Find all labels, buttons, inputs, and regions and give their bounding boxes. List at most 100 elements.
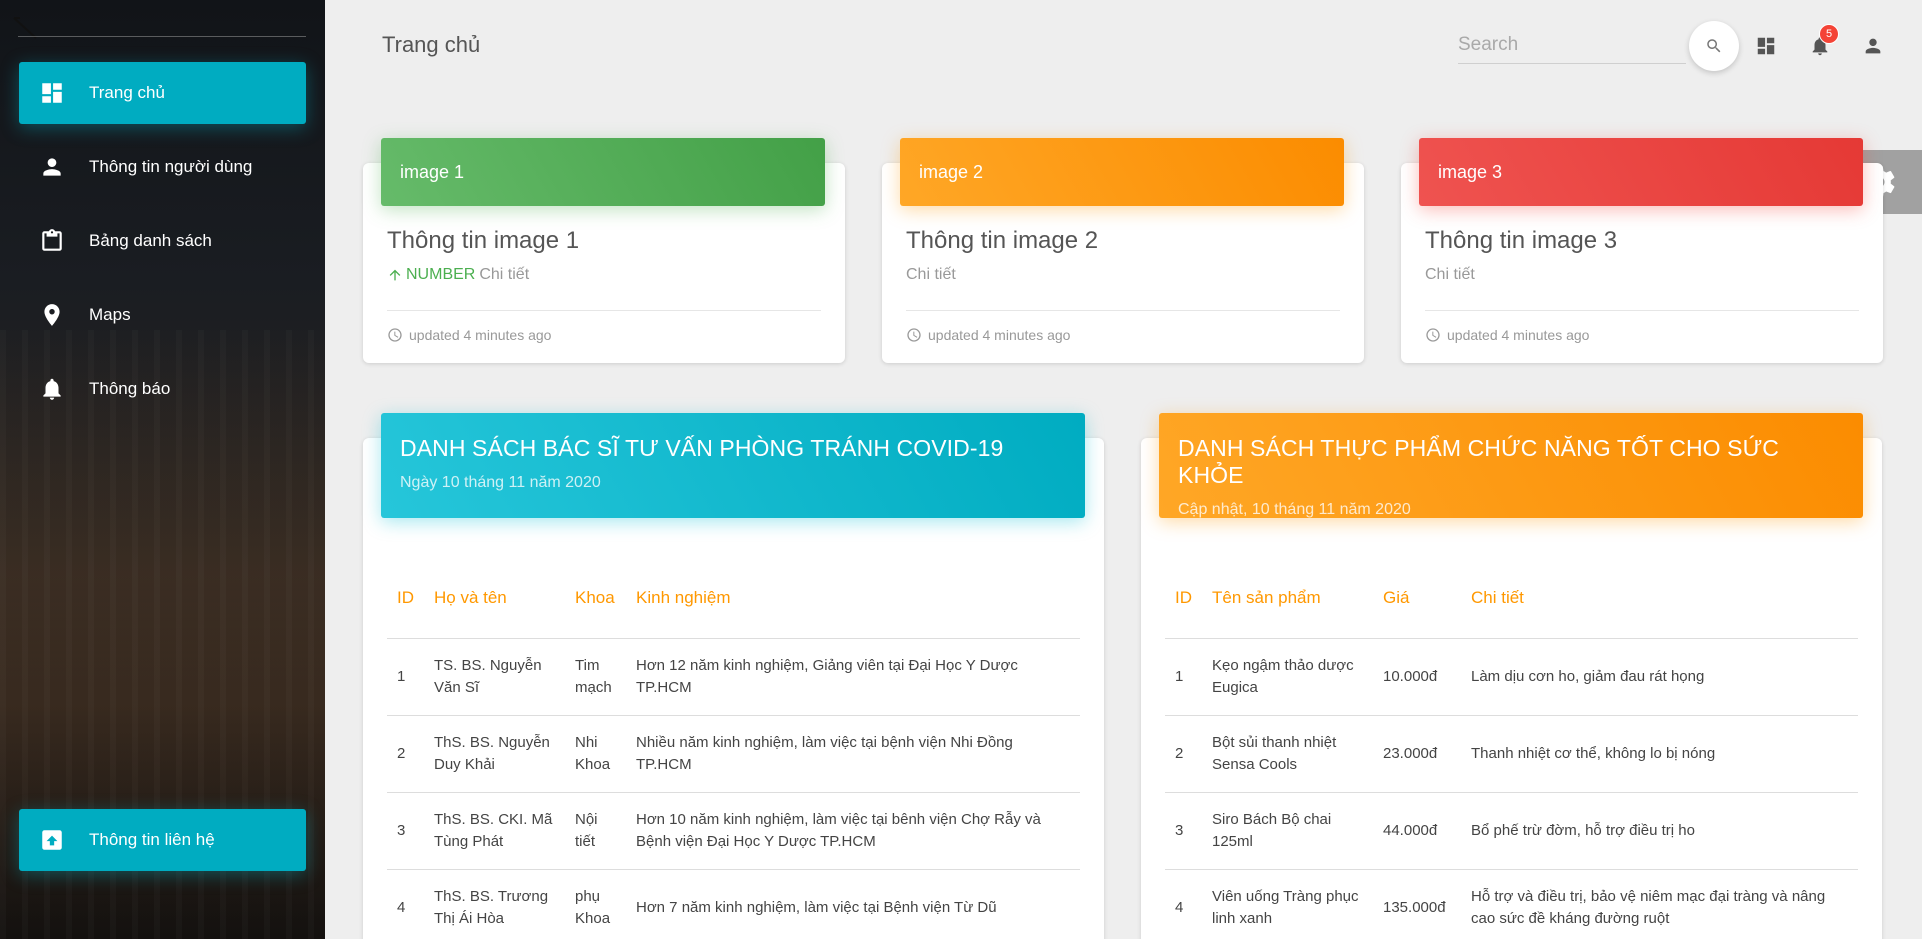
stat-highlight-label: NUMBER — [406, 266, 476, 283]
stat-card-header: image 3 — [1419, 138, 1863, 206]
table-cell: 3 — [1165, 792, 1202, 870]
stat-detail: Chi tiết — [906, 266, 956, 283]
table-cell: Làm dịu cơn ho, giảm đau rát họng — [1461, 638, 1858, 716]
stat-highlight: NUMBER — [387, 266, 475, 284]
table-cell: 1 — [1165, 638, 1202, 716]
table-cell: Hơn 7 năm kinh nghiệm, làm việc tại Bệnh… — [626, 869, 1080, 939]
updated-text: updated 4 minutes ago — [409, 327, 552, 343]
doctors-card: DANH SÁCH BÁC SĨ TƯ VẤN PHÒNG TRÁNH COVI… — [363, 413, 1104, 939]
search-icon — [1707, 39, 1721, 53]
table-cell: phụ Khoa — [565, 869, 626, 939]
table-cell: Bột sủi thanh nhiệt Sensa Cools — [1202, 715, 1373, 793]
products-table: ID Tên sản phẩm Giá Chi tiết 1 Kẹo ngậm … — [1165, 588, 1858, 939]
sidebar-item-label: Bảng danh sách — [89, 231, 212, 250]
sidebar-item-label: Thông tin người dùng — [89, 157, 253, 176]
table-cell: ThS. BS. Nguyễn Duy Khải — [424, 715, 565, 793]
table-row: 1 Kẹo ngậm thảo dược Eugica 10.000đ Làm … — [1165, 638, 1858, 716]
sidebar-nav: Trang chủ Thông tin người dùng Bảng danh… — [0, 62, 325, 432]
stat-card-1: image 1 Thông tin image 1 NUMBER Chi tiế… — [363, 138, 845, 363]
stat-card-footer: updated 4 minutes ago — [387, 327, 551, 343]
table-row: 2 ThS. BS. Nguyễn Duy Khải Nhi Khoa Nhiề… — [387, 715, 1080, 793]
sidebar-item-thong-tin-nguoi-dung[interactable]: Thông tin người dùng — [19, 136, 306, 198]
clock-icon — [1426, 328, 1440, 342]
table-cell: Bổ phế trừ đờm, hỗ trợ điều trị ho — [1461, 792, 1858, 870]
table-row: 4 ThS. BS. Trương Thị Ái Hòa phụ Khoa Hơ… — [387, 869, 1080, 939]
products-title: DANH SÁCH THỰC PHẨM CHỨC NĂNG TỐT CHO SỨ… — [1178, 435, 1780, 488]
table-row: 1 TS. BS. Nguyễn Văn Sĩ Tim mạch Hơn 12 … — [387, 638, 1080, 716]
table-cell: 4 — [387, 869, 424, 939]
sidebar-item-label: Maps — [89, 305, 131, 324]
table-cell: 3 — [387, 792, 424, 870]
column-header: ID — [397, 588, 414, 607]
stat-card-subtitle: NUMBER Chi tiết — [387, 266, 529, 284]
sidebar-item-trang-chu[interactable]: Trang chủ — [19, 62, 306, 124]
table-cell: 23.000đ — [1373, 715, 1461, 793]
search-button[interactable] — [1689, 21, 1739, 71]
sidebar-item-maps[interactable]: Maps — [19, 284, 306, 346]
table-cell: 135.000đ — [1373, 869, 1461, 939]
user-account-button[interactable] — [1859, 32, 1887, 60]
column-header: Họ và tên — [434, 588, 507, 607]
clock-icon — [388, 328, 402, 342]
doctors-subtitle: Ngày 10 tháng 11 năm 2020 — [400, 474, 601, 491]
dashboard-button[interactable] — [1752, 32, 1780, 60]
sidebar-item-thong-bao[interactable]: Thông báo — [19, 358, 306, 420]
table-row: 4 Viên uống Tràng phục linh xanh 135.000… — [1165, 869, 1858, 939]
divider — [1425, 310, 1859, 311]
table-cell: 1 — [387, 638, 424, 716]
stat-card-title: Thông tin image 3 — [1425, 227, 1618, 254]
stat-card-footer: updated 4 minutes ago — [906, 327, 1070, 343]
table-cell: 2 — [387, 715, 424, 793]
stat-card-2: image 2 Thông tin image 2 Chi tiết updat… — [882, 138, 1364, 363]
products-subtitle: Cập nhật, 10 tháng 11 năm 2020 — [1178, 501, 1411, 518]
table-row: 3 Siro Bách Bộ chai 125ml 44.000đ Bổ phế… — [1165, 792, 1858, 870]
stat-card-subtitle: Chi tiết — [1425, 266, 1475, 284]
table-cell: Nhiều năm kinh nghiệm, làm việc tại bệnh… — [626, 715, 1080, 793]
search-field — [1458, 28, 1686, 64]
table-cell: Kẹo ngậm thảo dược Eugica — [1202, 638, 1373, 716]
notification-badge: 5 — [1819, 24, 1839, 44]
sidebar-item-label: Thông tin liên hệ — [89, 830, 215, 849]
sidebar-item-thong-tin-lien-he[interactable]: Thông tin liên hệ — [19, 809, 306, 871]
table-cell: Hơn 12 năm kinh nghiệm, Giảng viên tại Đ… — [626, 638, 1080, 716]
table-cell: ThS. BS. CKI. Mã Tùng Phát — [424, 792, 565, 870]
column-header: Khoa — [575, 588, 615, 607]
stat-card-footer: updated 4 minutes ago — [1425, 327, 1589, 343]
upgrade-icon — [37, 825, 67, 855]
table-header-row: ID Tên sản phẩm Giá Chi tiết — [1165, 588, 1858, 639]
sidebar: Trang chủ Thông tin người dùng Bảng danh… — [0, 0, 325, 939]
sidebar-item-bang-danh-sach[interactable]: Bảng danh sách — [19, 210, 306, 272]
doctors-table: ID Họ và tên Khoa Kinh nghiệm 1 TS. BS. … — [387, 588, 1080, 939]
divider — [387, 310, 821, 311]
table-cell: Hơn 10 năm kinh nghiệm, làm việc tại bên… — [626, 792, 1080, 870]
products-card: DANH SÁCH THỰC PHẨM CHỨC NĂNG TỐT CHO SỨ… — [1141, 413, 1882, 939]
updated-text: updated 4 minutes ago — [928, 327, 1071, 343]
table-cell: Viên uống Tràng phục linh xanh — [1202, 869, 1373, 939]
table-cell: Siro Bách Bộ chai 125ml — [1202, 792, 1373, 870]
table-row: 2 Bột sủi thanh nhiệt Sensa Cools 23.000… — [1165, 715, 1858, 793]
divider — [906, 310, 1340, 311]
table-header-row: ID Họ và tên Khoa Kinh nghiệm — [387, 588, 1080, 639]
stat-card-header: image 1 — [381, 138, 825, 206]
stat-card-3: image 3 Thông tin image 3 Chi tiết updat… — [1401, 138, 1883, 363]
search-input[interactable] — [1458, 28, 1686, 62]
sidebar-item-label: Trang chủ — [89, 83, 165, 102]
person-icon — [1865, 38, 1881, 54]
table-cell: Nhi Khoa — [565, 715, 626, 793]
column-header: ID — [1175, 588, 1192, 607]
column-header: Chi tiết — [1471, 588, 1524, 607]
stat-card-subtitle: Chi tiết — [906, 266, 956, 284]
table-row: 3 ThS. BS. CKI. Mã Tùng Phát Nội tiết Hơ… — [387, 792, 1080, 870]
doctors-card-header: DANH SÁCH BÁC SĨ TƯ VẤN PHÒNG TRÁNH COVI… — [381, 413, 1085, 518]
page-title: Trang chủ — [382, 32, 481, 57]
table-cell: 10.000đ — [1373, 638, 1461, 716]
stat-detail: Chi tiết — [1425, 266, 1475, 283]
column-header: Tên sản phẩm — [1212, 588, 1321, 607]
bell-icon — [37, 374, 67, 404]
person-icon — [37, 152, 67, 182]
table-cell: Tim mạch — [565, 638, 626, 716]
table-cell: Hỗ trợ và điều trị, bảo vệ niêm mạc đại … — [1461, 869, 1858, 939]
table-cell: Thanh nhiệt cơ thể, không lo bị nóng — [1461, 715, 1858, 793]
updated-text: updated 4 minutes ago — [1447, 327, 1590, 343]
clock-icon — [907, 328, 921, 342]
